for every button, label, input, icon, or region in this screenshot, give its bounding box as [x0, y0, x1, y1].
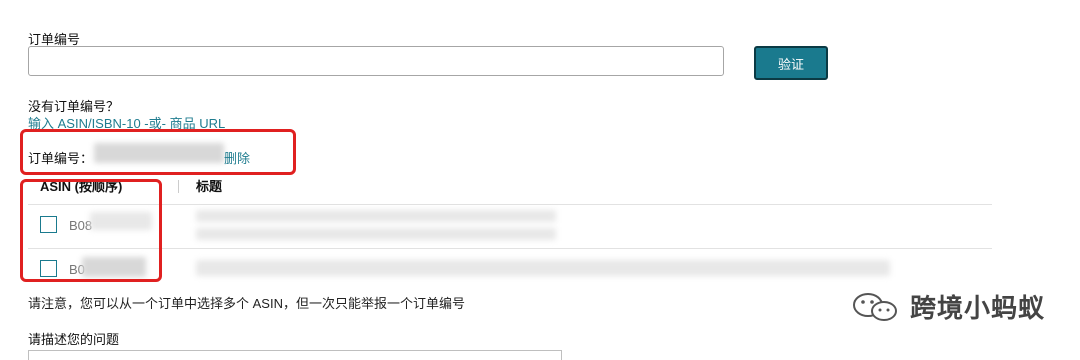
title-redacted — [196, 228, 556, 240]
order-number-redacted — [94, 143, 224, 163]
delete-link[interactable]: 删除 — [224, 148, 250, 167]
title-column-header: 标题 — [196, 179, 223, 194]
verify-button[interactable]: 验证 — [754, 46, 828, 80]
highlight-box-asin — [20, 179, 162, 282]
watermark-text: 跨境小蚂蚁 — [910, 293, 1046, 323]
title-redacted — [196, 210, 556, 222]
describe-issue-textarea[interactable] — [28, 350, 562, 360]
column-divider — [178, 180, 179, 193]
watermark: 跨境小蚂蚁 — [848, 288, 1045, 325]
order-number-input[interactable] — [28, 46, 724, 76]
title-redacted — [196, 260, 890, 276]
wechat-icon — [853, 292, 897, 321]
row-divider — [28, 248, 992, 249]
describe-issue-label: 请描述您的问题 — [28, 332, 120, 347]
multi-asin-notice: 请注意，您可以从一个订单中选择多个 ASIN，但一次只能举报一个订单编号 — [28, 296, 465, 311]
table-header-divider — [28, 204, 992, 205]
order-number-row-label: 订单编号： — [28, 151, 94, 166]
